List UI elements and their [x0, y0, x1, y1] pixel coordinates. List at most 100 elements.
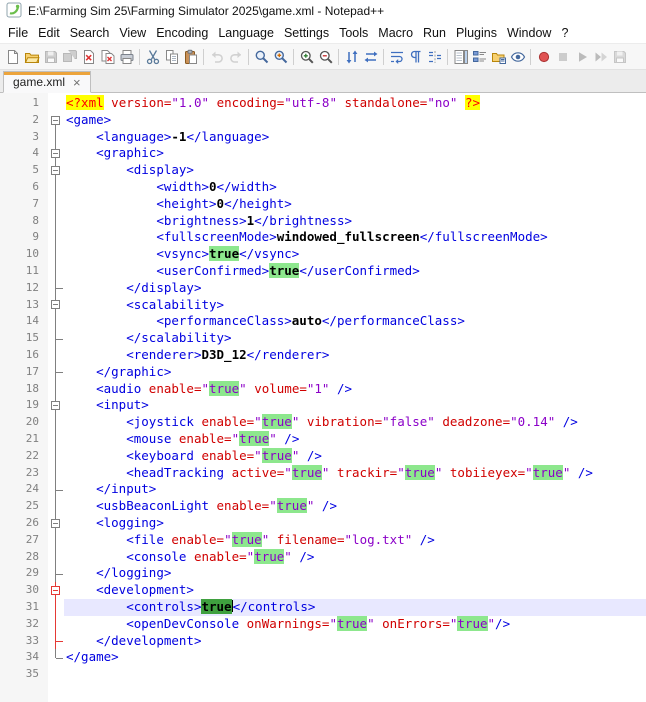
- code-line-13[interactable]: 13 <scalability>: [0, 297, 646, 314]
- line-number[interactable]: 21: [0, 431, 48, 448]
- toolbar-show-all-characters-button[interactable]: [406, 46, 425, 67]
- code-line-1[interactable]: 1<?xml version="1.0" encoding="utf-8" st…: [0, 95, 646, 112]
- code-line-2[interactable]: 2<game>: [0, 112, 646, 129]
- code-line-5[interactable]: 5 <display>: [0, 162, 646, 179]
- line-number[interactable]: 3: [0, 129, 48, 146]
- tab-game-xml[interactable]: game.xml ×: [3, 71, 91, 93]
- toolbar-zoom-in-button[interactable]: [297, 46, 316, 67]
- code-line-29[interactable]: 29 </logging>: [0, 565, 646, 582]
- toolbar-sync-horizontal-button[interactable]: [361, 46, 380, 67]
- line-number[interactable]: 32: [0, 616, 48, 633]
- code-line-32[interactable]: 32 <openDevConsole onWarnings="true" onE…: [0, 616, 646, 633]
- toolbar-undo-button[interactable]: [207, 46, 226, 67]
- line-number[interactable]: 28: [0, 549, 48, 566]
- code-line-21[interactable]: 21 <mouse enable="true" />: [0, 431, 646, 448]
- toolbar-play-macro-button[interactable]: [572, 46, 591, 67]
- line-number[interactable]: 16: [0, 347, 48, 364]
- code-line-31[interactable]: 31 <controls>true</controls>: [0, 599, 646, 616]
- line-number[interactable]: 5: [0, 162, 48, 179]
- line-number[interactable]: 6: [0, 179, 48, 196]
- line-number[interactable]: 30: [0, 582, 48, 599]
- toolbar-save-all-button[interactable]: [60, 46, 79, 67]
- code-line-8[interactable]: 8 <brightness>1</brightness>: [0, 213, 646, 230]
- menu-item-tools[interactable]: Tools: [334, 24, 373, 42]
- toolbar-close-all-button[interactable]: [98, 46, 117, 67]
- toolbar-zoom-out-button[interactable]: [316, 46, 335, 67]
- toolbar-folder-as-workspace-button[interactable]: [489, 46, 508, 67]
- fold-toggle-icon[interactable]: [48, 397, 64, 414]
- fold-toggle-icon[interactable]: [48, 145, 64, 162]
- menu-item-macro[interactable]: Macro: [373, 24, 418, 42]
- toolbar-replace-button[interactable]: [271, 46, 290, 67]
- fold-toggle-icon[interactable]: [48, 162, 64, 179]
- line-number[interactable]: 31: [0, 599, 48, 616]
- toolbar-run-macro-multiple-button[interactable]: [591, 46, 610, 67]
- line-number[interactable]: 18: [0, 381, 48, 398]
- editor[interactable]: 1<?xml version="1.0" encoding="utf-8" st…: [0, 93, 646, 702]
- fold-toggle-icon[interactable]: [48, 515, 64, 532]
- line-number[interactable]: 29: [0, 565, 48, 582]
- code-line-9[interactable]: 9 <fullscreenMode>windowed_fullscreen</f…: [0, 229, 646, 246]
- line-number[interactable]: 20: [0, 414, 48, 431]
- menu-item-window[interactable]: Window: [502, 24, 556, 42]
- line-number[interactable]: 35: [0, 666, 48, 683]
- toolbar-paste-button[interactable]: [181, 46, 200, 67]
- line-number[interactable]: 22: [0, 448, 48, 465]
- toolbar-monitoring-button[interactable]: [508, 46, 527, 67]
- code-line-35[interactable]: 35: [0, 666, 646, 683]
- toolbar-new-file-button[interactable]: [3, 46, 22, 67]
- line-number[interactable]: 19: [0, 397, 48, 414]
- toolbar-record-macro-button[interactable]: [534, 46, 553, 67]
- line-number[interactable]: 24: [0, 481, 48, 498]
- toolbar-document-map-button[interactable]: [451, 46, 470, 67]
- code-line-16[interactable]: 16 <renderer>D3D_12</renderer>: [0, 347, 646, 364]
- line-number[interactable]: 15: [0, 330, 48, 347]
- menu-item-encoding[interactable]: Encoding: [151, 24, 213, 42]
- toolbar-save-macro-button[interactable]: [610, 46, 629, 67]
- line-number[interactable]: 4: [0, 145, 48, 162]
- line-number[interactable]: 27: [0, 532, 48, 549]
- code-line-19[interactable]: 19 <input>: [0, 397, 646, 414]
- code-line-27[interactable]: 27 <file enable="true" filename="log.txt…: [0, 532, 646, 549]
- line-number[interactable]: 9: [0, 229, 48, 246]
- toolbar-function-list-button[interactable]: [470, 46, 489, 67]
- code-line-24[interactable]: 24 </input>: [0, 481, 646, 498]
- line-number[interactable]: 23: [0, 465, 48, 482]
- menu-item-view[interactable]: View: [114, 24, 151, 42]
- line-number[interactable]: 8: [0, 213, 48, 230]
- code-line-4[interactable]: 4 <graphic>: [0, 145, 646, 162]
- toolbar-save-button[interactable]: [41, 46, 60, 67]
- code-line-20[interactable]: 20 <joystick enable="true" vibration="fa…: [0, 414, 646, 431]
- fold-toggle-icon[interactable]: [48, 297, 64, 314]
- line-number[interactable]: 17: [0, 364, 48, 381]
- code-line-12[interactable]: 12 </display>: [0, 280, 646, 297]
- toolbar-redo-button[interactable]: [226, 46, 245, 67]
- toolbar-word-wrap-button[interactable]: [387, 46, 406, 67]
- line-number[interactable]: 14: [0, 313, 48, 330]
- line-number[interactable]: 13: [0, 297, 48, 314]
- line-number[interactable]: 2: [0, 112, 48, 129]
- code-line-7[interactable]: 7 <height>0</height>: [0, 196, 646, 213]
- code-line-18[interactable]: 18 <audio enable="true" volume="1" />: [0, 381, 646, 398]
- line-number[interactable]: 12: [0, 280, 48, 297]
- line-number[interactable]: 7: [0, 196, 48, 213]
- line-number[interactable]: 33: [0, 633, 48, 650]
- line-number[interactable]: 10: [0, 246, 48, 263]
- code-line-22[interactable]: 22 <keyboard enable="true" />: [0, 448, 646, 465]
- menu-item-search[interactable]: Search: [65, 24, 115, 42]
- toolbar-open-file-button[interactable]: [22, 46, 41, 67]
- code-line-6[interactable]: 6 <width>0</width>: [0, 179, 646, 196]
- menu-item-settings[interactable]: Settings: [279, 24, 334, 42]
- code-line-33[interactable]: 33 </development>: [0, 633, 646, 650]
- code-line-15[interactable]: 15 </scalability>: [0, 330, 646, 347]
- line-number[interactable]: 1: [0, 95, 48, 112]
- toolbar-indent-guide-button[interactable]: [425, 46, 444, 67]
- code-line-3[interactable]: 3 <language>-1</language>: [0, 129, 646, 146]
- code-line-26[interactable]: 26 <logging>: [0, 515, 646, 532]
- toolbar-find-button[interactable]: [252, 46, 271, 67]
- toolbar-cut-button[interactable]: [143, 46, 162, 67]
- code-line-25[interactable]: 25 <usbBeaconLight enable="true" />: [0, 498, 646, 515]
- menu-item-language[interactable]: Language: [213, 24, 279, 42]
- line-number[interactable]: 26: [0, 515, 48, 532]
- code-line-34[interactable]: 34</game>: [0, 649, 646, 666]
